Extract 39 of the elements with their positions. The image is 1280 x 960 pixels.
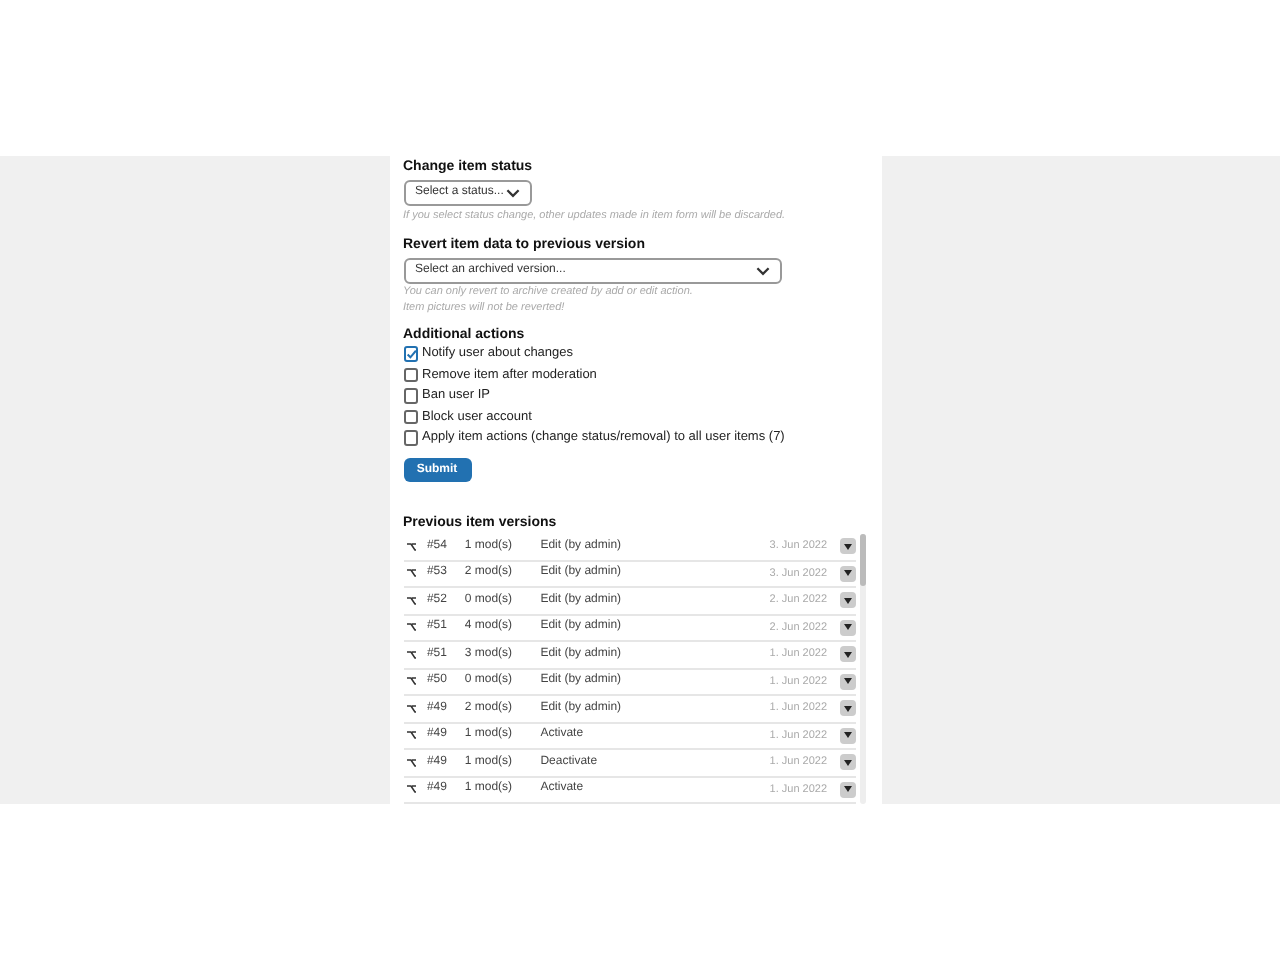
expand-button[interactable] (839, 592, 855, 609)
caret-down-icon (843, 543, 852, 550)
branch-icon (405, 649, 417, 660)
expand-button[interactable] (839, 619, 855, 636)
expand-button[interactable] (839, 673, 855, 690)
caret-down-icon (843, 759, 852, 766)
caret-down-icon (843, 786, 852, 793)
checkmark-icon (405, 348, 416, 361)
checkbox[interactable] (403, 430, 418, 446)
caret-down-icon (843, 732, 852, 739)
branch-icon (405, 784, 417, 795)
expand-button[interactable] (839, 727, 855, 744)
branch-icon (405, 676, 417, 687)
checkbox[interactable] (403, 367, 418, 383)
caret-down-icon (843, 705, 852, 712)
branch-icon (405, 622, 417, 633)
expand-button[interactable] (839, 538, 855, 555)
expand-button[interactable] (839, 646, 855, 663)
scrollbar-thumb[interactable] (859, 534, 865, 587)
branch-icon (405, 730, 417, 741)
expand-button[interactable] (839, 781, 855, 798)
expand-button[interactable] (839, 754, 855, 771)
caret-down-icon (843, 678, 852, 685)
caret-down-icon (843, 597, 852, 604)
branch-icon (405, 541, 417, 552)
checkbox[interactable] (403, 409, 418, 425)
branch-icon (405, 568, 417, 579)
expand-button[interactable] (839, 565, 855, 582)
caret-down-icon (843, 570, 852, 577)
checkbox[interactable] (403, 346, 418, 362)
caret-down-icon (843, 624, 852, 631)
branch-icon (405, 703, 417, 714)
caret-down-icon (843, 651, 852, 658)
branch-icon (405, 595, 417, 606)
caret-icon (505, 188, 519, 199)
branch-icon (405, 757, 417, 768)
expand-button[interactable] (839, 700, 855, 717)
checkbox[interactable] (403, 388, 418, 404)
caret-icon (755, 266, 769, 277)
